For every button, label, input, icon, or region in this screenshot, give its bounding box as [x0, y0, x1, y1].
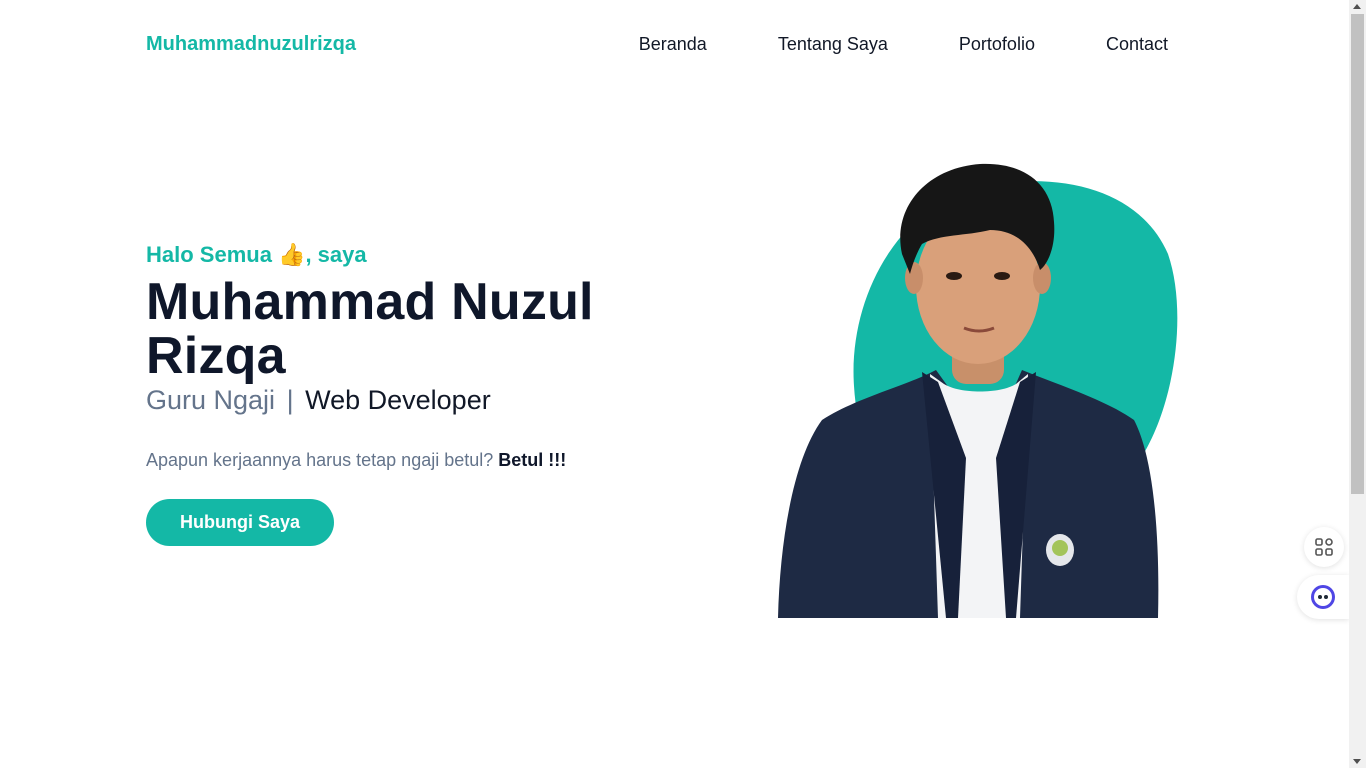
- hero-name-line1: Muhammad Nuzul: [146, 273, 594, 331]
- thumbs-up-icon: 👍: [278, 243, 306, 268]
- hero-tagline: Apapun kerjaannya harus tetap ngaji betu…: [146, 450, 706, 471]
- tagline-text: Apapun kerjaannya harus tetap ngaji betu…: [146, 450, 494, 470]
- hero-name-line2: Rizqa: [146, 327, 286, 385]
- nav-link-beranda[interactable]: Beranda: [639, 34, 707, 55]
- navbar: Muhammadnuzulrizqa Beranda Tentang Saya …: [146, 0, 1168, 88]
- assistant-face-icon: [1311, 585, 1335, 609]
- hero-greeting: Halo Semua 👍, saya: [146, 238, 706, 273]
- role-guru-ngaji: Guru Ngaji: [146, 385, 276, 415]
- nav-link-contact[interactable]: Contact: [1106, 34, 1168, 55]
- brand-logo-link[interactable]: Muhammadnuzulrizqa: [146, 33, 356, 56]
- greeting-suffix: , saya: [305, 242, 367, 267]
- hero-roles: Guru Ngaji | Web Developer: [146, 383, 706, 417]
- scroll-up-arrow-icon[interactable]: [1353, 4, 1361, 9]
- nav-menu: Beranda Tentang Saya Portofolio Contact: [639, 34, 1168, 55]
- hero-section: Halo Semua 👍, saya Muhammad Nuzul Rizqa …: [146, 238, 706, 546]
- hero-name: Muhammad Nuzul Rizqa: [146, 275, 706, 383]
- profile-portrait: [778, 163, 1178, 618]
- scrollbar-thumb[interactable]: [1351, 14, 1364, 494]
- contact-me-button[interactable]: Hubungi Saya: [146, 499, 334, 546]
- nav-link-portofolio[interactable]: Portofolio: [959, 34, 1035, 55]
- greeting-text: Halo Semua: [146, 242, 279, 267]
- grid-icon: [1315, 538, 1333, 556]
- role-web-developer: Web Developer: [305, 385, 491, 415]
- floating-apps-button[interactable]: [1304, 527, 1344, 567]
- scroll-down-arrow-icon[interactable]: [1353, 759, 1361, 764]
- vertical-scrollbar[interactable]: [1349, 0, 1366, 768]
- floating-assistant-button[interactable]: [1297, 575, 1349, 619]
- role-separator: |: [286, 385, 294, 415]
- tagline-emphasis: Betul !!!: [498, 450, 567, 470]
- nav-link-tentang-saya[interactable]: Tentang Saya: [778, 34, 888, 55]
